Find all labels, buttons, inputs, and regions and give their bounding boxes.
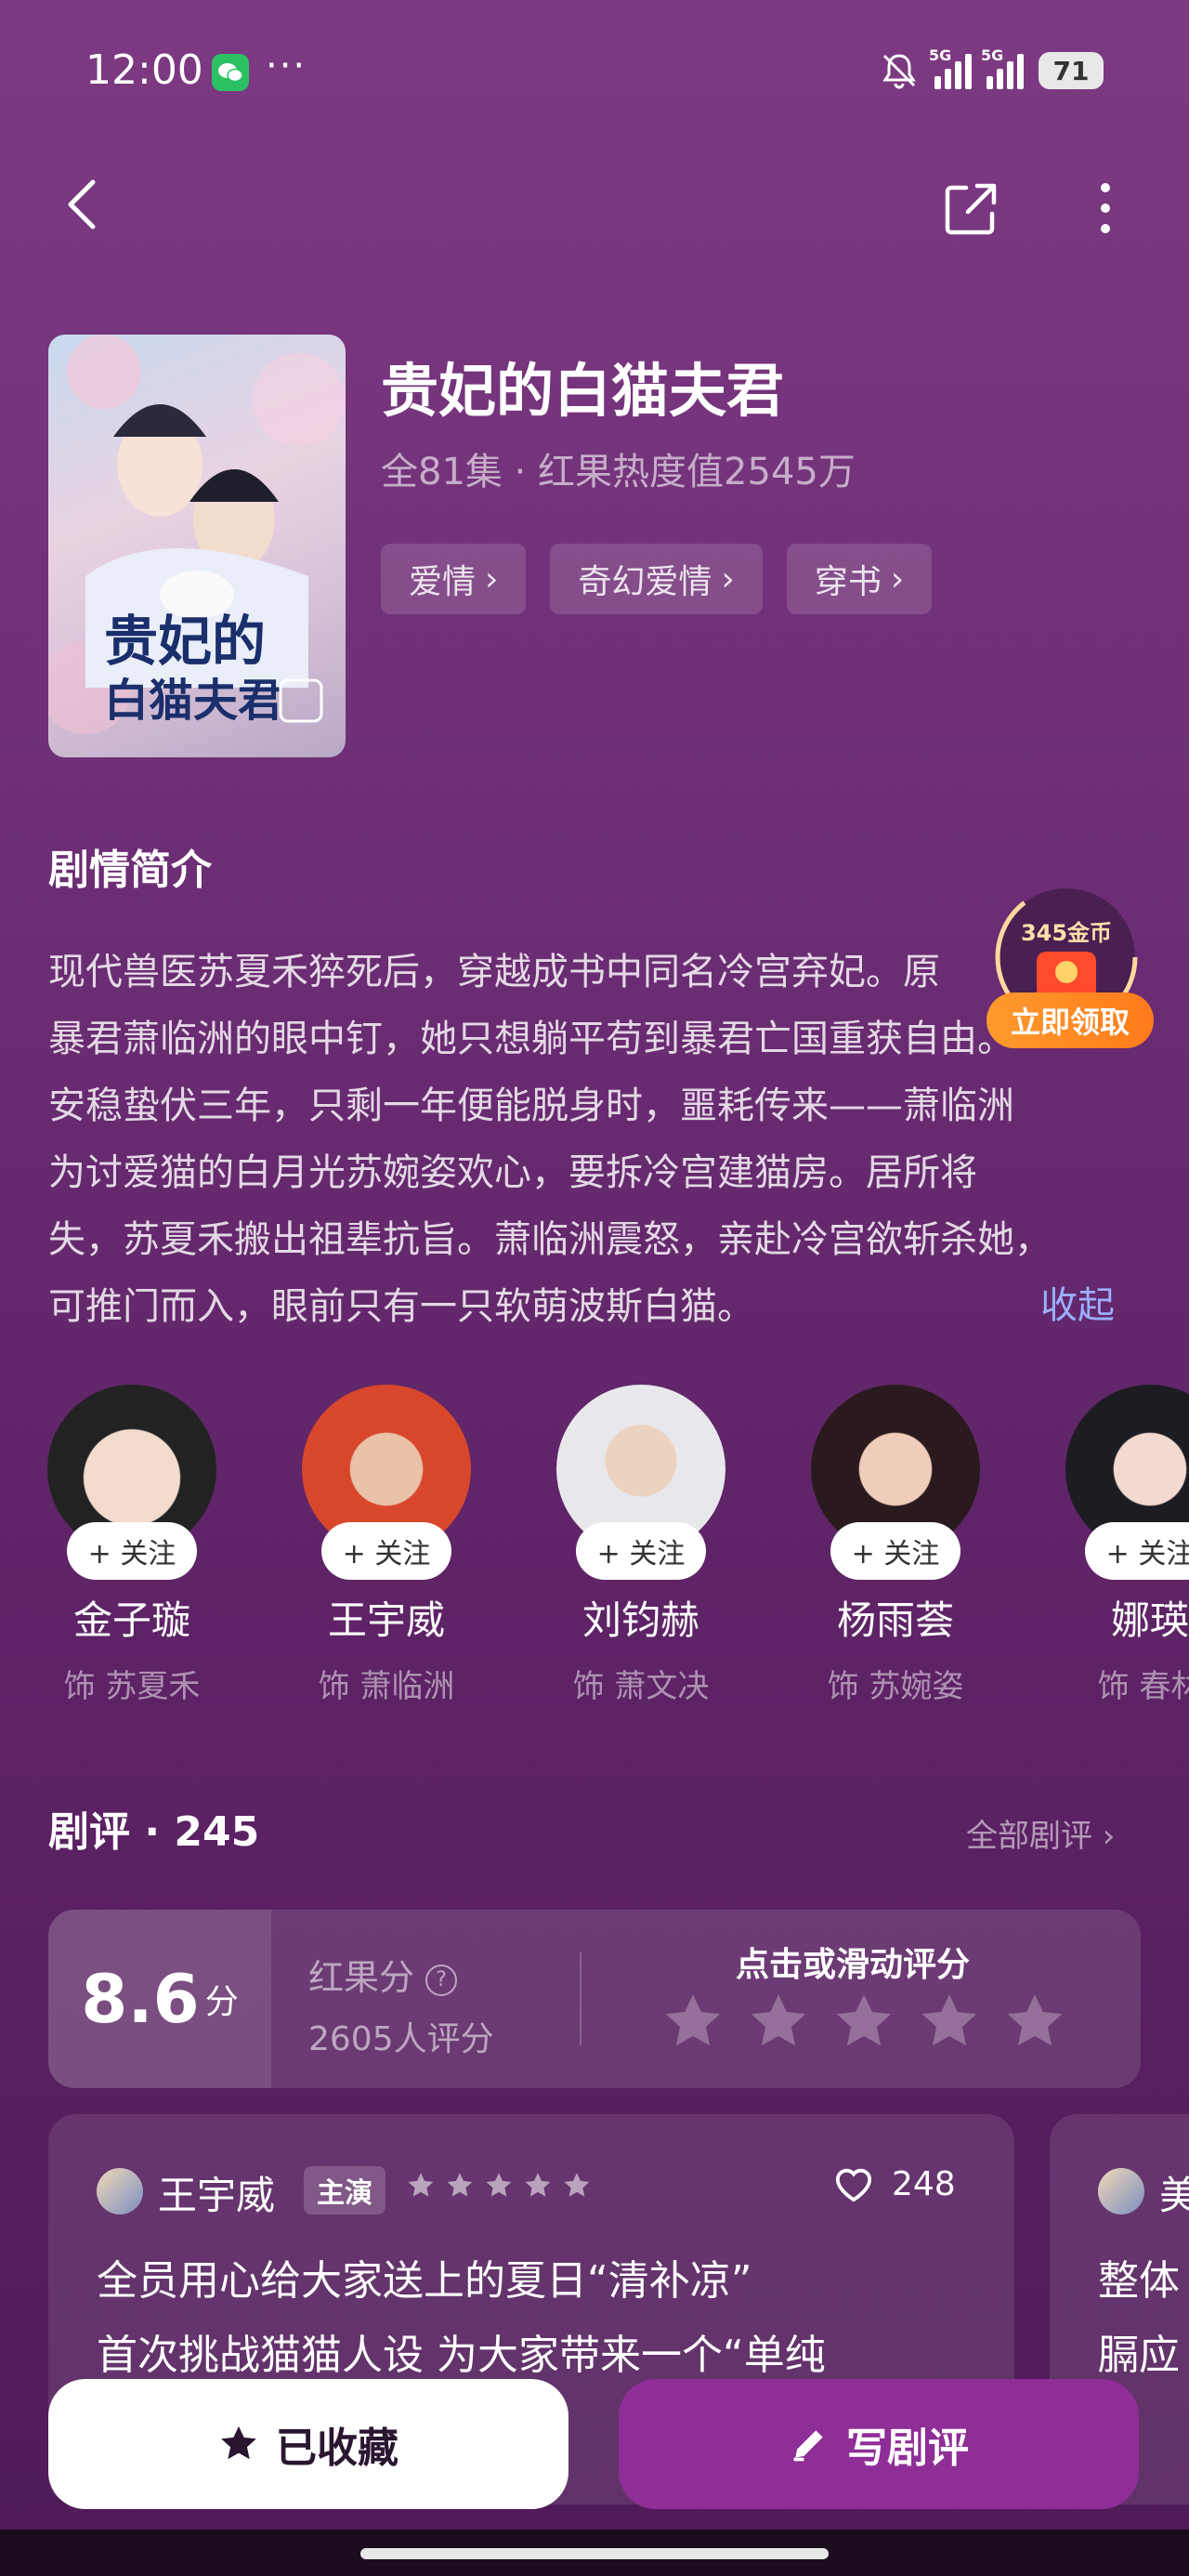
cast-list: + 关注 金子璇 饰 苏夏禾 + 关注 王宇威 饰 萧临洲 + 关注 刘钧赫 饰… [0, 1385, 1189, 1738]
home-indicator[interactable] [360, 2548, 829, 2559]
rating-count: 2605人评分 [308, 2020, 494, 2058]
star-icon [408, 2173, 434, 2197]
star-icon [447, 2173, 473, 2197]
star-icon[interactable] [918, 1991, 981, 2053]
divider [580, 1952, 581, 2045]
rate-hint: 点击或滑动评分 [736, 1946, 971, 1984]
share-icon [945, 183, 997, 235]
lead-actor-badge: 主演 [304, 2166, 385, 2215]
like-count: 248 [892, 2164, 956, 2203]
heart-icon [835, 2168, 872, 2202]
star-icon [221, 2425, 256, 2460]
signal-2-icon: 5G [981, 46, 1024, 89]
favorite-button[interactable]: 已收藏 [48, 2379, 568, 2509]
chevron-right-icon: › [890, 559, 905, 598]
reviewer-name: 美 [1159, 2173, 1189, 2218]
actor-role: 饰 萧临洲 [318, 1668, 455, 1705]
reviews-heading: 剧评 · 245 [48, 1808, 260, 1856]
star-icon[interactable] [747, 1991, 810, 2053]
review-text: 全员用心给大家送上的夏日“清补凉” 首次挑战猫猫人设 为大家带来一个“单纯 [97, 2257, 826, 2379]
synopsis-text: 现代兽医苏夏禾猝死后，穿越成书中同名冷宫弃妃。原 暴君萧临洲的眼中钉，她只想躺平… [48, 951, 1052, 1328]
actor-role: 饰 萧文决 [572, 1668, 710, 1705]
cast-member[interactable]: + 关注 金子璇 饰 苏夏禾 [39, 1385, 225, 1706]
actor-name: 王宇威 [327, 1597, 445, 1643]
actor-name: 娜瑛 [1110, 1597, 1189, 1643]
avatar [97, 2168, 143, 2215]
cast-member[interactable]: + 关注 娜瑛 饰 春林 [1057, 1385, 1189, 1706]
chevron-right-icon: › [721, 559, 735, 598]
rate-stars[interactable] [661, 1991, 1066, 2053]
cast-member[interactable]: + 关注 王宇威 饰 萧临洲 [294, 1385, 479, 1706]
share-button[interactable] [938, 177, 1003, 242]
rating-panel: 8.6 分 红果分 ? 2605人评分 点击或滑动评分 [48, 1910, 1141, 2088]
mute-bell-icon [882, 54, 916, 89]
follow-button[interactable]: + 关注 [576, 1522, 706, 1580]
star-icon[interactable] [832, 1991, 895, 2053]
avatar [1098, 2168, 1144, 2215]
review-text: 整体 膈应 [1098, 2257, 1180, 2379]
actor-name: 杨雨荟 [836, 1597, 954, 1643]
rating-score: 8.6 分 [48, 1910, 271, 2088]
pencil-icon [793, 2430, 823, 2462]
follow-button[interactable]: + 关注 [830, 1522, 960, 1580]
actor-role: 饰 春林 [1097, 1668, 1189, 1705]
show-subtitle: 全81集 · 红果热度值2545万 [381, 451, 856, 493]
cast-member[interactable]: + 关注 刘钧赫 饰 萧文决 [548, 1385, 734, 1706]
review-stars [406, 2172, 592, 2200]
like-button[interactable]: 248 [832, 2164, 956, 2203]
actor-role: 饰 苏夏禾 [63, 1668, 201, 1705]
more-vertical-icon [1101, 183, 1110, 233]
tag-fantasy-romance[interactable]: 奇幻爱情 › [550, 544, 763, 614]
actor-role: 饰 苏婉姿 [827, 1668, 964, 1705]
back-button[interactable] [56, 177, 111, 232]
help-icon[interactable]: ? [425, 1964, 458, 1996]
star-icon [525, 2173, 551, 2197]
synopsis-heading: 剧情简介 [48, 847, 212, 894]
rating-label: 红果分 ? [308, 1949, 458, 2000]
star-icon [564, 2173, 590, 2197]
cast-member[interactable]: + 关注 杨雨荟 饰 苏婉姿 [803, 1385, 988, 1706]
actor-name: 刘钧赫 [581, 1597, 699, 1643]
more-options-button[interactable] [1087, 177, 1124, 242]
status-indicators: 5G 5G 71 [879, 46, 1104, 91]
show-poster[interactable]: 贵妃的 白猫夫君 [48, 335, 346, 757]
notification-dots: ··· [266, 45, 307, 87]
all-reviews-link[interactable]: 全部剧评 › [966, 1810, 1115, 1856]
reviewer-name: 王宇威 [158, 2173, 276, 2218]
star-icon[interactable] [661, 1991, 725, 2053]
star-icon[interactable] [1003, 1991, 1066, 2053]
svg-text:白猫夫君: 白猫夫君 [104, 675, 282, 727]
coin-amount: 345金币 [1021, 920, 1112, 946]
wechat-icon [212, 54, 249, 91]
tag-romance[interactable]: 爱情 › [381, 544, 527, 614]
follow-button[interactable]: + 关注 [1085, 1522, 1189, 1580]
actor-name: 金子璇 [72, 1597, 190, 1643]
claim-reward-button[interactable]: 立即领取 [986, 992, 1154, 1048]
status-time: 12:00 [85, 46, 203, 94]
battery-indicator: 71 [1039, 52, 1104, 89]
show-title: 贵妃的白猫夫君 [381, 357, 785, 425]
collapse-link[interactable]: 收起 [1040, 1275, 1115, 1329]
signal-1-icon: 5G [929, 46, 972, 89]
follow-button[interactable]: + 关注 [67, 1522, 197, 1580]
svg-text:贵妃的: 贵妃的 [104, 610, 266, 673]
tag-transmigration[interactable]: 穿书 › [786, 544, 933, 614]
chevron-right-icon: › [485, 559, 499, 598]
star-icon [486, 2173, 512, 2197]
follow-button[interactable]: + 关注 [321, 1522, 451, 1580]
write-review-button[interactable]: 写剧评 [619, 2379, 1139, 2509]
genre-tags: 爱情 › 奇幻爱情 › 穿书 › [381, 544, 933, 614]
